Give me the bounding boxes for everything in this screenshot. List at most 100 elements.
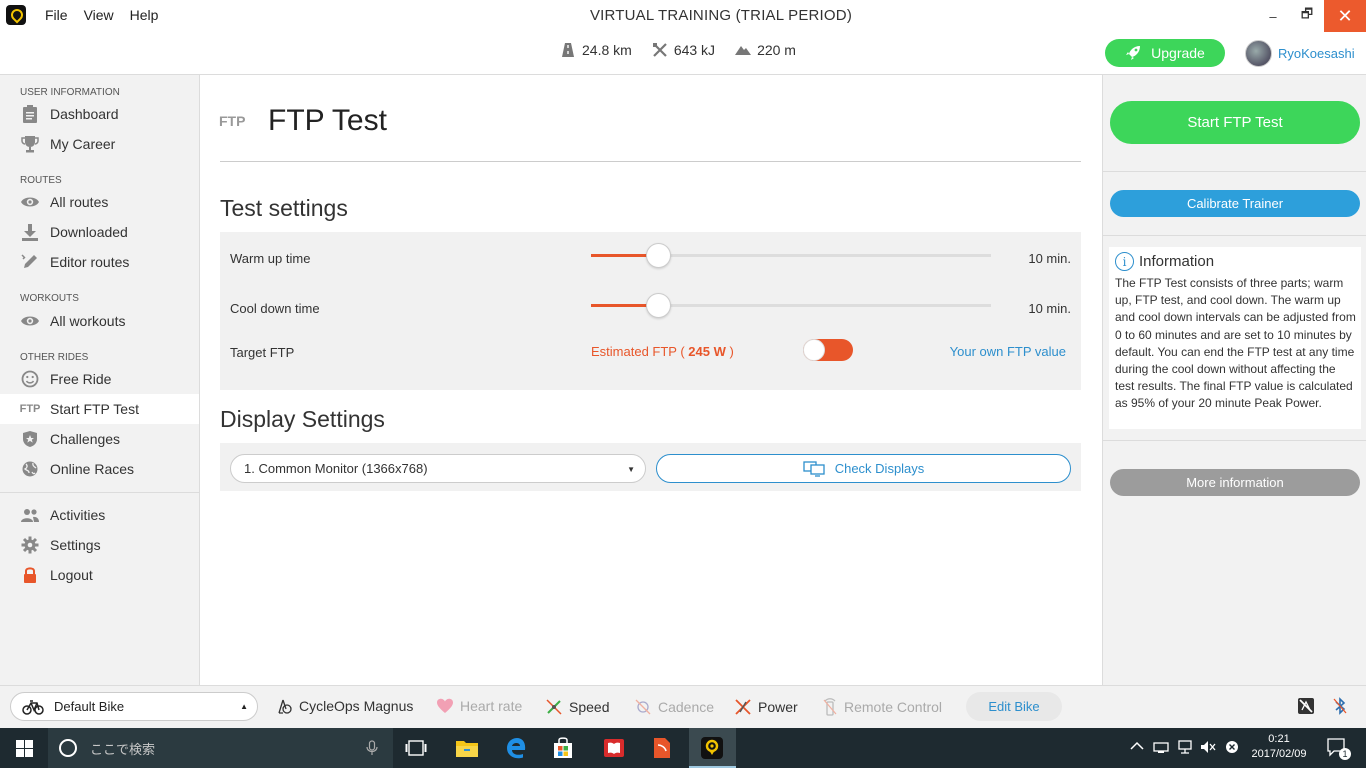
restore-button[interactable]: 🗗 [1290,0,1324,32]
minimize-button[interactable]: – [1256,0,1290,32]
device-power[interactable]: Power [734,698,798,716]
window-controls: – 🗗 ✕ [1256,0,1366,32]
avatar[interactable] [1245,40,1272,67]
ride-stats: 24.8 km 643 kJ 220 m [560,42,796,58]
close-button[interactable]: ✕ [1324,0,1366,32]
sidebar-item-settings[interactable]: Settings [0,530,199,560]
reader-app-icon[interactable] [600,734,628,762]
mountain-icon [735,46,752,55]
training-app-icon[interactable] [698,734,726,762]
ftp-source-toggle[interactable] [803,339,853,361]
caret-down-icon: ▼ [627,465,635,474]
warmup-slider[interactable] [591,243,991,268]
check-displays-button[interactable]: Check Displays [656,454,1071,483]
section-user-information: USER INFORMATION [20,87,120,98]
globe-icon [20,459,40,479]
cooldown-slider-thumb[interactable] [646,293,671,318]
device-speed[interactable]: Speed [545,698,609,716]
warmup-value: 10 min. [1028,251,1071,266]
taskbar-search[interactable]: ここで検索 [48,728,393,768]
cortana-icon [59,739,77,757]
sidebar-item-editor-routes[interactable]: Editor routes [0,247,199,277]
sidebar-item-challenges[interactable]: Challenges [0,424,199,454]
device-cadence[interactable]: Cadence [634,698,714,716]
sidebar-item-logout[interactable]: Logout [0,560,199,590]
device-remote-control[interactable]: Remote Control [822,698,942,716]
title-bar: File View Help VIRTUAL TRAINING (TRIAL P… [0,0,1366,75]
tray-volume-muted-icon[interactable] [1200,740,1216,757]
warmup-label: Warm up time [230,251,311,266]
edit-bike-button[interactable]: Edit Bike [966,692,1062,721]
sidebar-item-my-career[interactable]: My Career [0,129,199,159]
device-trainer-label: CycleOps Magnus [299,698,414,714]
tray-chevron-up-icon[interactable] [1130,740,1144,754]
cooldown-slider[interactable] [591,293,991,318]
stat-energy-value: 643 kJ [673,42,716,58]
device-heart-rate[interactable]: Heart rate [436,698,522,714]
notification-badge: 1 [1339,748,1351,760]
sidebar-item-dashboard[interactable]: Dashboard [0,99,199,129]
device-heart-rate-label: Heart rate [460,698,523,714]
tray-network-icon[interactable] [1153,740,1169,757]
windows-start-icon[interactable] [0,728,48,768]
user-profile[interactable]: RyoKoesashi [1245,40,1355,67]
test-settings-panel: Warm up time 10 min. Cool down time 10 m… [220,232,1081,390]
right-divider [1103,171,1366,172]
tray-ethernet-icon[interactable] [1177,740,1193,757]
more-information-button[interactable]: More information [1110,469,1360,496]
stat-energy: 643 kJ [652,42,715,58]
rocket-icon [1126,46,1141,60]
sidebar-item-label: Downloaded [50,224,128,240]
taskbar-clock[interactable]: 0:21 2017/02/09 [1250,732,1308,762]
calibrate-trainer-button[interactable]: Calibrate Trainer [1110,190,1360,217]
pencil-icon [20,252,40,272]
eye-icon [20,192,40,212]
ant-disabled-icon[interactable] [1296,696,1316,716]
page-title: FTP Test [268,104,387,137]
task-view-icon[interactable] [402,734,430,762]
heart-icon [437,698,453,713]
device-remote-label: Remote Control [844,699,943,715]
sidebar-item-start-ftp-test[interactable]: FTP Start FTP Test [0,394,199,424]
fork-knife-icon [652,43,667,57]
sidebar-item-all-workouts[interactable]: All workouts [0,306,199,336]
caret-up-icon: ▲ [240,702,248,711]
clock-date: 2017/02/09 [1251,748,1307,760]
tray-close-circle-icon[interactable] [1225,740,1239,757]
bicycle-icon [22,699,44,715]
monitor-select[interactable]: 1. Common Monitor (1366x768) ▼ [230,454,646,483]
warmup-slider-thumb[interactable] [646,243,671,268]
information-box: i Information The FTP Test consists of t… [1109,247,1361,429]
edge-browser-icon[interactable] [502,734,530,762]
store-icon[interactable] [549,734,577,762]
cooldown-label: Cool down time [230,301,320,316]
taskbar-search-placeholder: ここで検索 [90,741,156,757]
username[interactable]: RyoKoesashi [1278,46,1355,61]
lock-icon [20,565,40,585]
own-ftp-option[interactable]: Your own FTP value [950,344,1066,359]
pdf-app-icon[interactable] [648,734,676,762]
microphone-icon[interactable] [366,740,378,756]
smiley-icon [20,369,40,389]
gear-icon [20,535,40,555]
sidebar-item-all-routes[interactable]: All routes [0,187,199,217]
sidebar-item-online-races[interactable]: Online Races [0,454,199,484]
display-settings-heading: Display Settings [220,406,385,432]
start-ftp-test-button[interactable]: Start FTP Test [1110,101,1360,144]
sidebar-item-free-ride[interactable]: Free Ride [0,364,199,394]
estimated-ftp-option[interactable]: Estimated FTP ( 245 W ) [591,344,734,359]
eye-icon [20,311,40,331]
right-divider [1103,440,1366,441]
shield-star-icon [20,429,40,449]
device-trainer[interactable]: CycleOps Magnus [277,698,413,714]
file-explorer-icon[interactable] [453,734,481,762]
information-text: The FTP Test consists of three parts; wa… [1115,276,1356,411]
test-settings-heading: Test settings [220,195,348,221]
upgrade-button[interactable]: Upgrade [1105,39,1225,67]
bike-select[interactable]: Default Bike ▲ [10,692,258,721]
device-power-label: Power [758,699,798,715]
sidebar-item-downloaded[interactable]: Downloaded [0,217,199,247]
road-icon [562,43,574,57]
bluetooth-icon[interactable] [1330,696,1350,716]
sidebar-item-activities[interactable]: Activities [0,500,199,530]
